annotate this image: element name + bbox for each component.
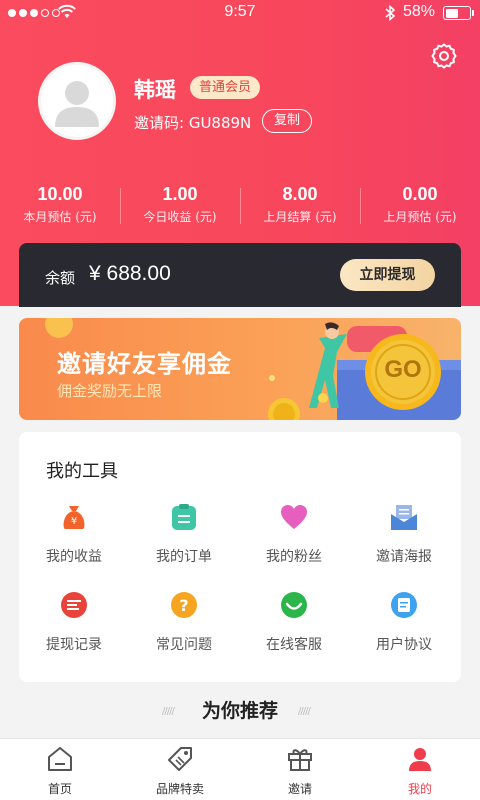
tab-label: 首页	[47, 782, 72, 796]
order-icon	[172, 504, 196, 530]
gear-icon[interactable]	[430, 42, 458, 70]
tab-label: 我的	[407, 782, 432, 796]
balance-label: 余额	[45, 269, 76, 287]
svg-text:?: ?	[179, 596, 188, 615]
default-avatar-icon	[55, 81, 99, 127]
withdraw-button[interactable]: 立即提现	[340, 259, 435, 291]
tool-label: 提现记录	[46, 637, 102, 653]
customer-service-icon	[281, 592, 307, 618]
balance-card: 余额 ¥ 688.00 立即提现	[19, 243, 461, 307]
gift-icon	[288, 749, 312, 771]
tab-brand-sale[interactable]: 品牌特卖	[120, 739, 240, 800]
tool-label: 在线客服	[266, 637, 322, 653]
invite-banner[interactable]: 邀请好友享佣金 佣金奖励无上限 GO	[19, 318, 461, 420]
tools-title: 我的工具	[46, 461, 118, 482]
withdraw-record-icon	[61, 592, 87, 618]
tools-card: 我的工具 ¥ 我的收益 我的订单 我的粉丝 邀请海报 提现记录 ? 常见问题 在…	[19, 432, 461, 682]
tab-label: 邀请	[287, 782, 312, 796]
svg-text:¥: ¥	[71, 516, 77, 527]
tool-label: 我的订单	[156, 549, 212, 565]
recommend-title: 为你推荐	[201, 700, 278, 722]
income-bag-icon: ¥	[63, 506, 85, 529]
member-level-badge: 普通会员	[190, 76, 261, 99]
balance-value: ¥ 688.00	[89, 262, 171, 285]
stat-label: 本月预估 (元)	[23, 210, 97, 224]
invite-code: 邀请码: GU889N	[134, 114, 252, 132]
tab-mine[interactable]: 我的	[360, 739, 480, 800]
tool-label: 用户协议	[376, 637, 432, 653]
battery-percent: 58%	[403, 3, 436, 20]
bluetooth-icon	[385, 4, 396, 22]
stat-value: 0.00	[402, 184, 438, 204]
stat-value: 1.00	[162, 184, 198, 204]
stat-month-estimate[interactable]: 10.00 本月预估 (元)	[0, 184, 120, 228]
status-bar: 9:57 58%	[0, 0, 480, 26]
tab-label: 品牌特卖	[155, 782, 204, 796]
avatar[interactable]	[38, 62, 116, 140]
tool-invite-poster[interactable]: 邀请海报	[349, 502, 459, 566]
tool-my-orders[interactable]: 我的订单	[129, 502, 239, 566]
tab-home[interactable]: 首页	[0, 739, 120, 800]
tool-my-fans[interactable]: 我的粉丝	[239, 502, 349, 566]
banner-title: 邀请好友享佣金	[57, 350, 232, 378]
banner-subtitle: 佣金奖励无上限	[57, 382, 163, 400]
tool-user-agreement[interactable]: 用户协议	[349, 590, 459, 654]
battery-icon	[443, 6, 471, 20]
tool-label: 常见问题	[156, 637, 212, 653]
stat-last-month-estimate[interactable]: 0.00 上月预估 (元)	[360, 184, 480, 228]
copy-button[interactable]: 复制	[262, 109, 313, 133]
home-icon	[48, 747, 72, 771]
stat-label: 上月结算 (元)	[263, 210, 337, 224]
poster-mail-icon	[391, 505, 417, 530]
stat-value: 8.00	[282, 184, 318, 204]
agreement-icon	[391, 592, 417, 618]
bottom-tab-bar: 首页 品牌特卖 邀请 我的	[0, 738, 480, 800]
tab-invite[interactable]: 邀请	[240, 739, 360, 800]
user-name: 韩瑶	[134, 78, 176, 102]
user-icon	[409, 748, 431, 771]
tool-label: 我的粉丝	[266, 549, 322, 565]
earnings-stats: 10.00 本月预估 (元) 1.00 今日收益 (元) 8.00 上月结算 (…	[0, 184, 480, 228]
tool-withdraw-records[interactable]: 提现记录	[19, 590, 129, 654]
tag-icon	[168, 747, 192, 771]
stat-value: 10.00	[37, 184, 83, 204]
stat-last-month-settled[interactable]: 8.00 上月结算 (元)	[240, 184, 360, 228]
tool-label: 我的收益	[46, 549, 102, 565]
tool-my-income[interactable]: ¥ 我的收益	[19, 502, 129, 566]
tool-online-service[interactable]: 在线客服	[239, 590, 349, 654]
title-decoration-right: /////	[298, 706, 311, 717]
tool-label: 邀请海报	[376, 549, 432, 565]
stat-label: 上月预估 (元)	[383, 210, 457, 224]
stat-label: 今日收益 (元)	[143, 210, 217, 224]
stat-today-income[interactable]: 1.00 今日收益 (元)	[120, 184, 240, 228]
go-coin-label: GO	[384, 356, 422, 383]
question-icon: ?	[171, 592, 197, 618]
tool-faq[interactable]: ? 常见问题	[129, 590, 239, 654]
heart-icon	[281, 505, 307, 529]
